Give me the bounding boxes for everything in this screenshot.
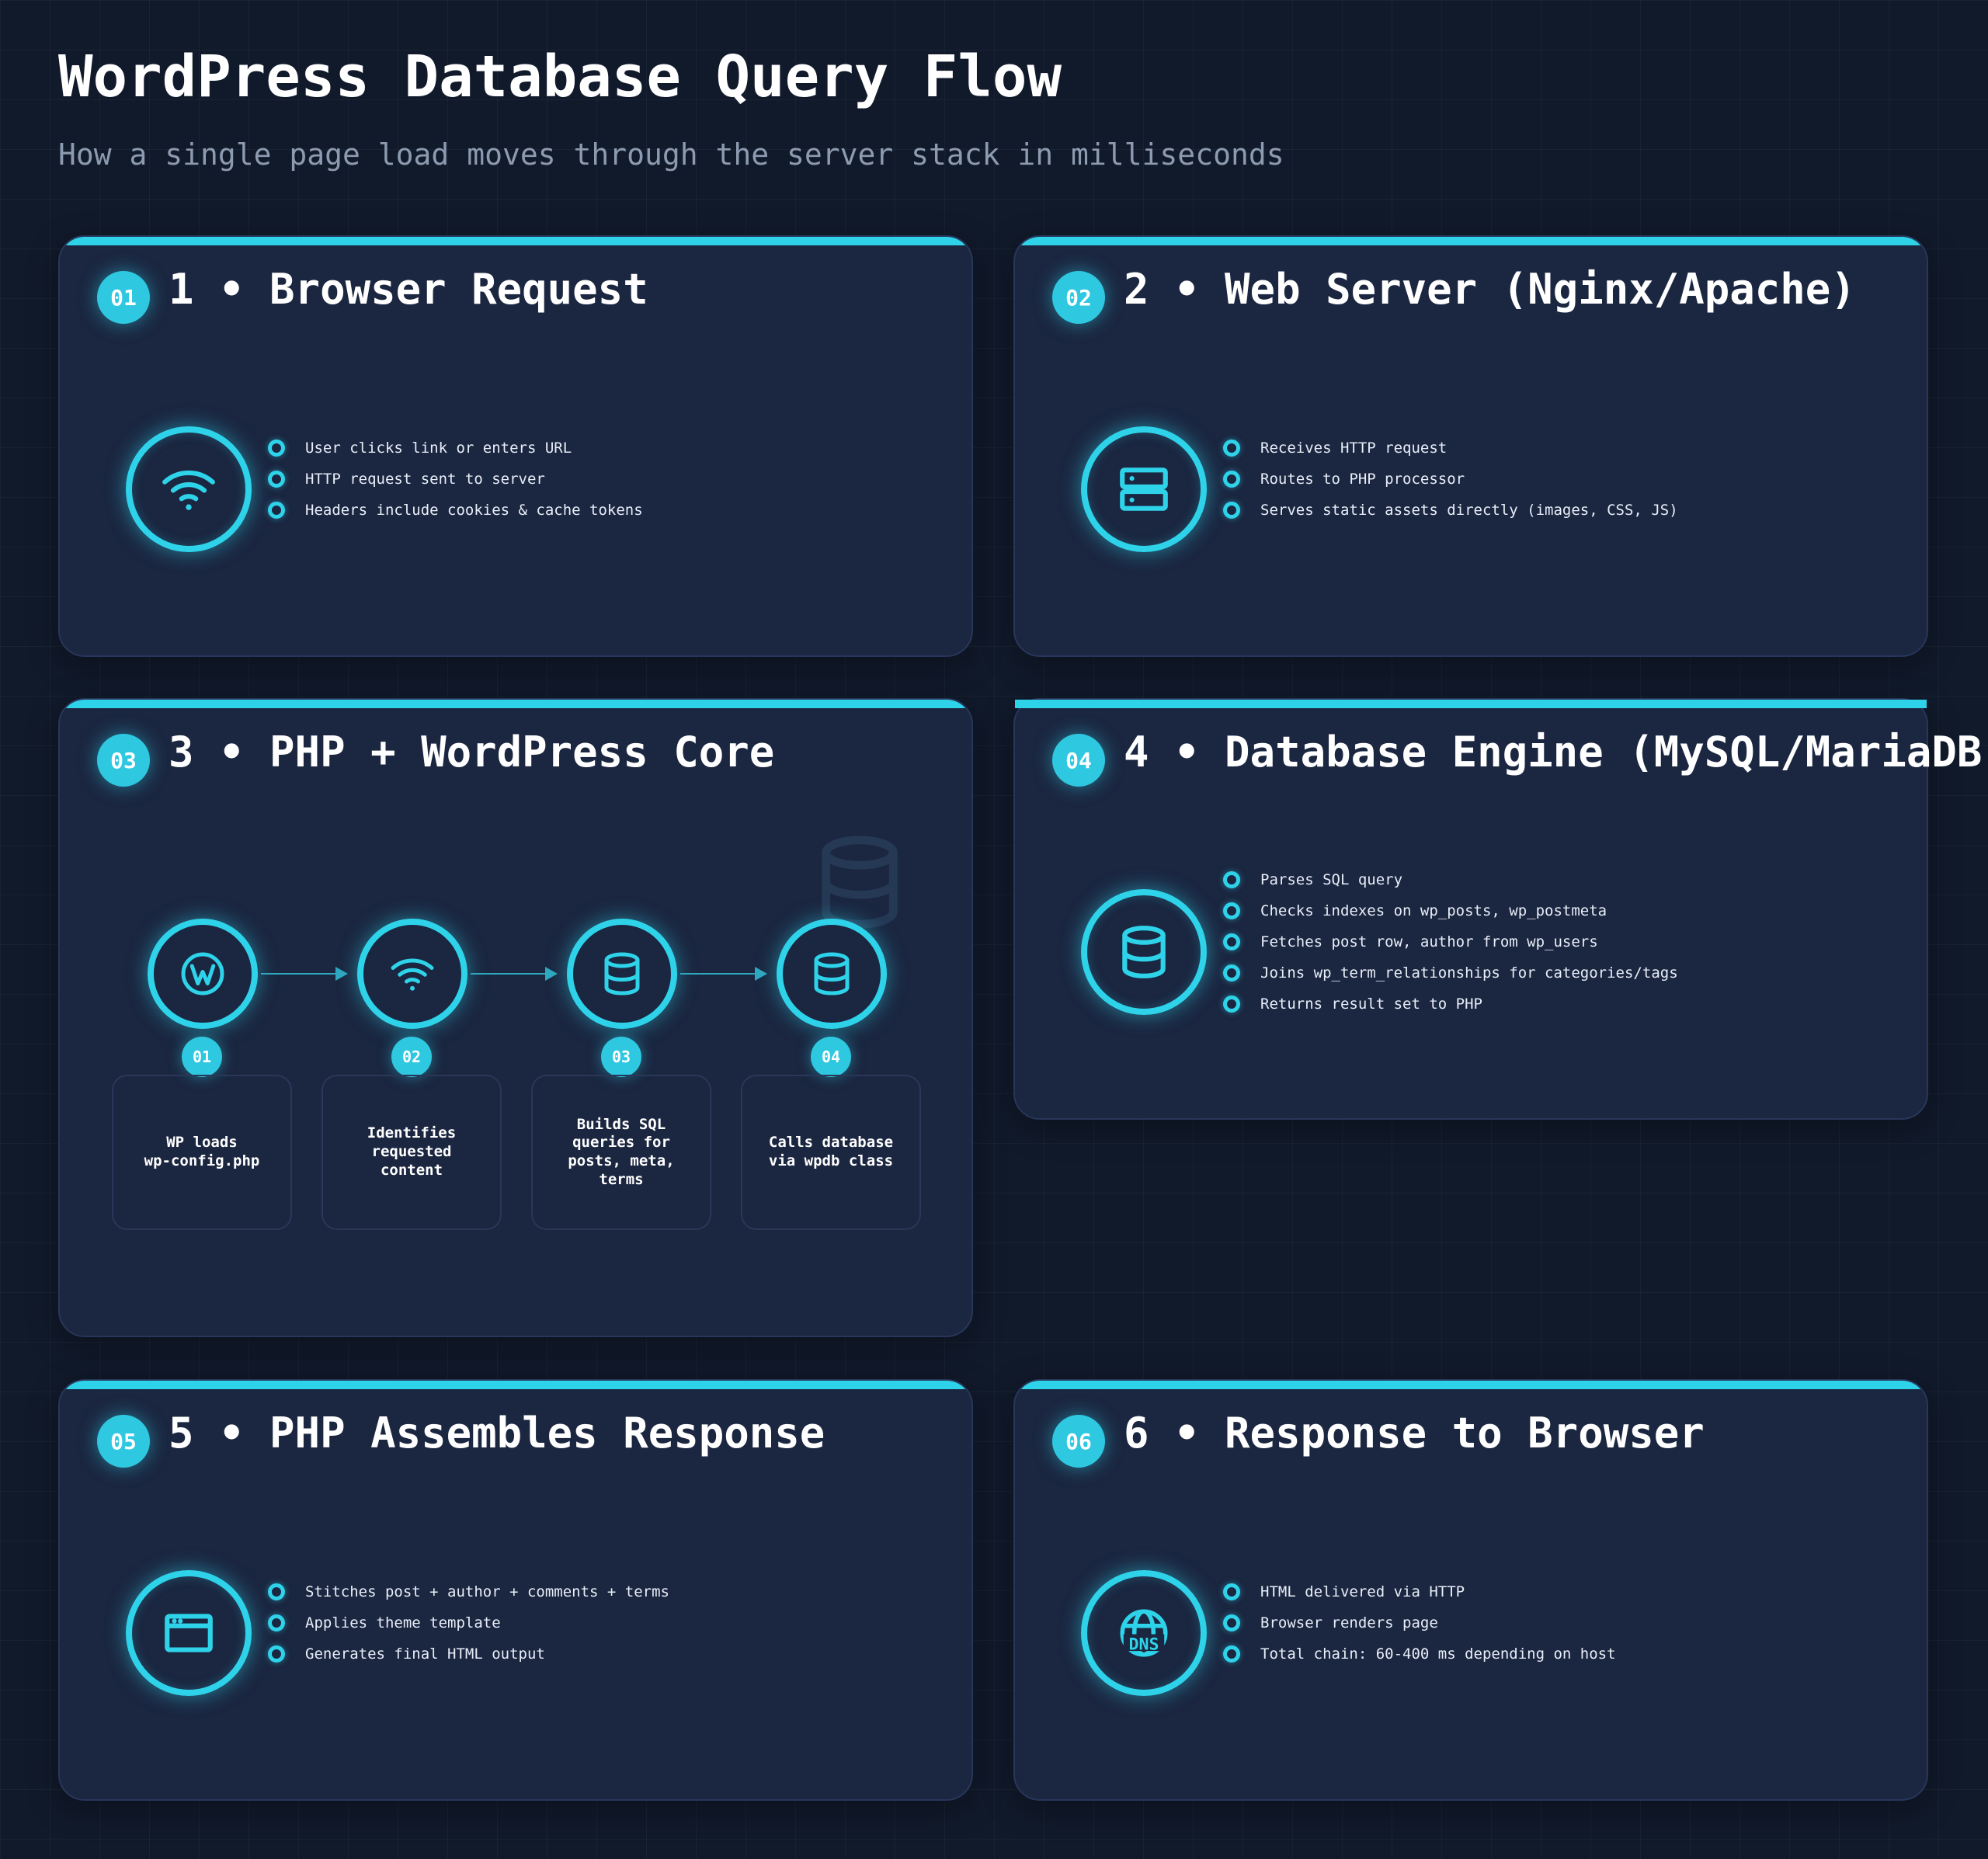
card-title: 5 • PHP Assembles Response [169,1409,825,1458]
card-response-to-browser: 06 6 • Response to Browser DNS HTML deli… [1013,1379,1928,1801]
step-badge: 04 [1052,734,1105,787]
flow-arrow [261,967,348,981]
bullet-icon [1223,964,1240,982]
bullet-icon [1223,1645,1240,1663]
list-item: Checks indexes on wp_posts, wp_postmeta [1223,895,1678,926]
list-item: HTML delivered via HTTP [1223,1576,1616,1607]
svg-text:DNS: DNS [1129,1635,1159,1655]
list-item: Serves static assets directly (images, C… [1223,495,1678,526]
flow-step-number: 03 [601,1037,641,1077]
bullet-list: Parses SQL query Checks indexes on wp_po… [1223,864,1678,1020]
dns-globe-icon: DNS [1081,1570,1207,1696]
card-title: 6 • Response to Browser [1124,1409,1705,1458]
step-badge: 05 [97,1415,150,1468]
bullet-icon [268,1614,285,1631]
list-item: Receives HTTP request [1223,433,1678,464]
list-item: Total chain: 60-400 ms depending on host [1223,1638,1616,1670]
card-php-assembles-response: 05 5 • PHP Assembles Response Stitches p… [58,1379,973,1801]
flow-step-number: 04 [811,1037,851,1077]
page-title: WordPress Database Query Flow [58,43,1062,110]
database-icon [777,919,887,1029]
card-title: 1 • Browser Request [169,265,648,314]
list-item: Joins wp_term_relationships for categori… [1223,957,1678,989]
flow-step-box: Identifies requested content [321,1075,502,1230]
bullet-icon [1223,471,1240,488]
step-badge: 02 [1052,271,1105,324]
bullet-icon [1223,996,1240,1013]
bullet-list: Receives HTTP request Routes to PHP proc… [1223,433,1678,526]
list-item: User clicks link or enters URL [268,433,643,464]
flow-step-number: 02 [391,1037,432,1077]
list-item: Browser renders page [1223,1607,1616,1638]
list-item: Applies theme template [268,1607,669,1638]
flow-step-number: 01 [182,1037,222,1077]
card-title: 3 • PHP + WordPress Core [169,728,775,777]
list-item: Generates final HTML output [268,1638,669,1670]
wifi-icon [357,919,467,1029]
card-web-server: 02 2 • Web Server (Nginx/Apache) Receive… [1013,235,1928,657]
bullet-list: User clicks link or enters URL HTTP requ… [268,433,643,526]
page-subtitle: How a single page load moves through the… [58,137,1284,172]
server-icon [1081,426,1207,552]
bullet-icon [268,440,285,457]
step-badge: 01 [97,271,150,324]
list-item: Stitches post + author + comments + term… [268,1576,669,1607]
list-item: Fetches post row, author from wp_users [1223,926,1678,957]
database-icon [567,919,677,1029]
list-item: HTTP request sent to server [268,464,643,495]
browser-window-icon [126,1570,252,1696]
card-browser-request: 01 1 • Browser Request User clicks link … [58,235,973,657]
card-database-engine: 04 4 • Database Engine (MySQL/MariaDB) P… [1013,698,1988,1120]
flow-arrow [471,967,558,981]
flow-step-box: Builds SQL queries for posts, meta, term… [531,1075,711,1230]
list-item: Parses SQL query [1223,864,1678,895]
flow-step-label: Calls database via wpdb class [768,1134,894,1169]
bullet-list: HTML delivered via HTTP Browser renders … [1223,1576,1616,1670]
bullet-list: Stitches post + author + comments + term… [268,1576,669,1670]
bullet-icon [268,502,285,519]
card-title: 4 • Database Engine (MySQL/MariaDB) [1124,728,1988,777]
step-badge: 06 [1052,1415,1105,1468]
bullet-icon [268,1583,285,1600]
bullet-icon [268,1645,285,1663]
card-php-wordpress-core: 03 3 • PHP + WordPress Core 01 02 03 04 … [58,698,973,1337]
bullet-icon [1223,502,1240,519]
bullet-icon [268,471,285,488]
flow-arrow [680,967,767,981]
bullet-icon [1223,902,1240,919]
flow-step-box: WP loads wp-config.php [112,1075,292,1230]
wordpress-icon [148,919,258,1029]
flow-step-label: WP loads wp-config.php [144,1134,260,1169]
wifi-icon [126,426,252,552]
bullet-icon [1223,1583,1240,1600]
list-item: Returns result set to PHP [1223,989,1678,1020]
bullet-icon [1223,1614,1240,1631]
flow-step-box: Calls database via wpdb class [741,1075,921,1230]
list-item: Routes to PHP processor [1223,464,1678,495]
flow-step-label: Builds SQL queries for posts, meta, term… [568,1115,675,1188]
card-title: 2 • Web Server (Nginx/Apache) [1124,265,1856,314]
bullet-icon [1223,871,1240,888]
list-item: Headers include cookies & cache tokens [268,495,643,526]
database-icon [822,836,898,929]
flow-step-label: Identifies requested content [367,1124,457,1179]
bullet-icon [1223,933,1240,950]
bullet-icon [1223,440,1240,457]
step-badge: 03 [97,734,150,787]
database-icon [1081,889,1207,1015]
